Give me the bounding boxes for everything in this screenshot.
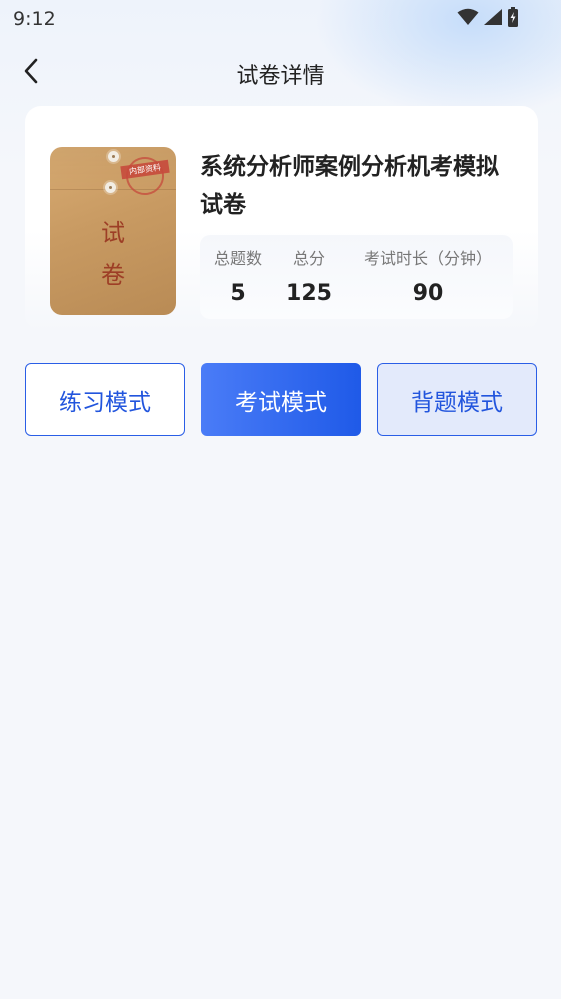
stat-label: 总题数: [213, 249, 262, 268]
status-icons: [457, 7, 519, 31]
cover-char: 卷: [101, 261, 125, 289]
stat-value: 125: [286, 281, 332, 306]
stat-question-count: 总题数 5: [206, 235, 270, 306]
exam-mode-button[interactable]: 考试模式: [201, 363, 361, 436]
wifi-icon: [457, 8, 479, 30]
stat-duration: 考试时长（分钟） 90: [350, 235, 506, 306]
battery-icon: [507, 7, 519, 31]
stat-value: 5: [230, 281, 246, 306]
signal-icon: [483, 8, 503, 30]
practice-mode-button[interactable]: 练习模式: [25, 363, 185, 436]
stat-total-score: 总分 125: [286, 235, 332, 306]
status-time: 9:12: [13, 8, 56, 30]
exam-title: 系统分析师案例分析机考模拟试卷: [200, 154, 499, 218]
exam-cover-image: 内部资料 试 卷: [50, 147, 176, 315]
status-bar: 9:12: [0, 0, 561, 38]
stat-label: 考试时长（分钟）: [363, 249, 492, 268]
exam-stats: 总题数 5 总分 125 考试时长（分钟） 90: [200, 235, 513, 319]
cover-char: 试: [101, 219, 125, 247]
envelope-button: [108, 151, 119, 162]
exam-info-card: 内部资料 试 卷 系统分析师案例分析机考模拟试卷 总题数 5 总分 125 考试…: [25, 106, 538, 331]
nav-bar: 试卷详情: [0, 46, 561, 98]
page-title: 试卷详情: [236, 64, 325, 89]
stat-label: 总分: [292, 249, 325, 268]
envelope-button: [105, 182, 116, 193]
stat-value: 90: [412, 281, 444, 306]
recite-mode-button[interactable]: 背题模式: [377, 363, 537, 436]
